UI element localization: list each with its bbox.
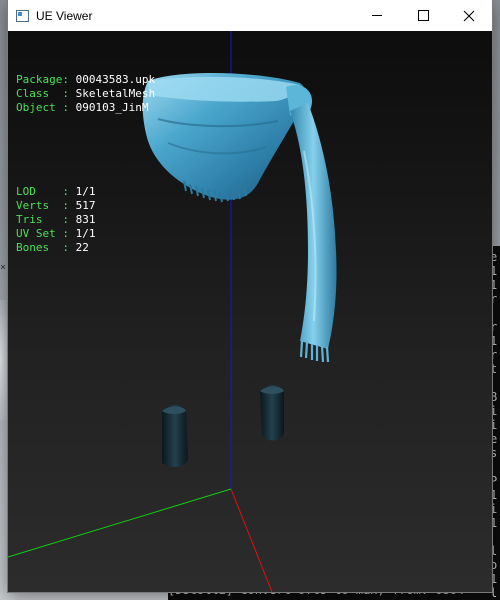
hud-row: Verts : 517 (16, 199, 155, 213)
close-button[interactable] (446, 0, 492, 31)
title-bar[interactable]: UE Viewer (8, 0, 492, 31)
app-window-icon[interactable] (16, 10, 29, 22)
right-boot-mesh (260, 385, 284, 441)
hud-value: 090103_JinM (75, 101, 149, 114)
y-axis-line (8, 488, 232, 558)
desktop-edge-glyph: × (0, 262, 7, 273)
minimize-button[interactable] (354, 0, 400, 31)
hud-row: Object : 090103_JinM (16, 101, 155, 115)
hud-value: 517 (75, 199, 96, 212)
hud-value: SkeletalMesh (75, 87, 156, 100)
minimize-icon (372, 15, 382, 16)
ue-viewer-window[interactable]: UE Viewer Package: 00043583.upk Class: … (8, 0, 492, 592)
hud-value: 00043583.upk (75, 73, 156, 86)
hud-label: Object : (16, 101, 76, 114)
hud-spacer (16, 143, 155, 157)
hud-label: Tris : (16, 213, 76, 226)
hud-row: Bones : 22 (16, 241, 155, 255)
x-axis-line (230, 488, 273, 592)
hud-row: UV Set : 1/1 (16, 227, 155, 241)
hud-value: 1/1 (75, 185, 96, 198)
hud-value: 22 (75, 241, 89, 254)
3d-viewport[interactable]: Package: 00043583.upk Class : SkeletalMes… (8, 31, 492, 592)
hud-row: LOD : 1/1 (16, 185, 155, 199)
left-boot-mesh (162, 405, 188, 467)
hud-label: LOD : (16, 185, 76, 198)
hud-label: Class : (16, 87, 76, 100)
maximize-button[interactable] (400, 0, 446, 31)
hud-label: Package: (16, 73, 76, 86)
hud-label: UV Set : (16, 227, 76, 240)
hud-row: Class : SkeletalMesh (16, 87, 155, 101)
hud-row: Package: 00043583.upk (16, 73, 155, 87)
window-title: UE Viewer (36, 9, 93, 23)
hud-row: Tris : 831 (16, 213, 155, 227)
hud-label: Bones : (16, 241, 76, 254)
hud-label: Verts : (16, 199, 76, 212)
hud-value: 831 (75, 213, 96, 226)
hud-value: 1/1 (75, 227, 96, 240)
close-icon (463, 10, 475, 21)
maximize-icon (417, 10, 429, 21)
scarf-mesh (142, 72, 337, 363)
mesh-info-overlay: Package: 00043583.upk Class : SkeletalMes… (16, 45, 155, 283)
